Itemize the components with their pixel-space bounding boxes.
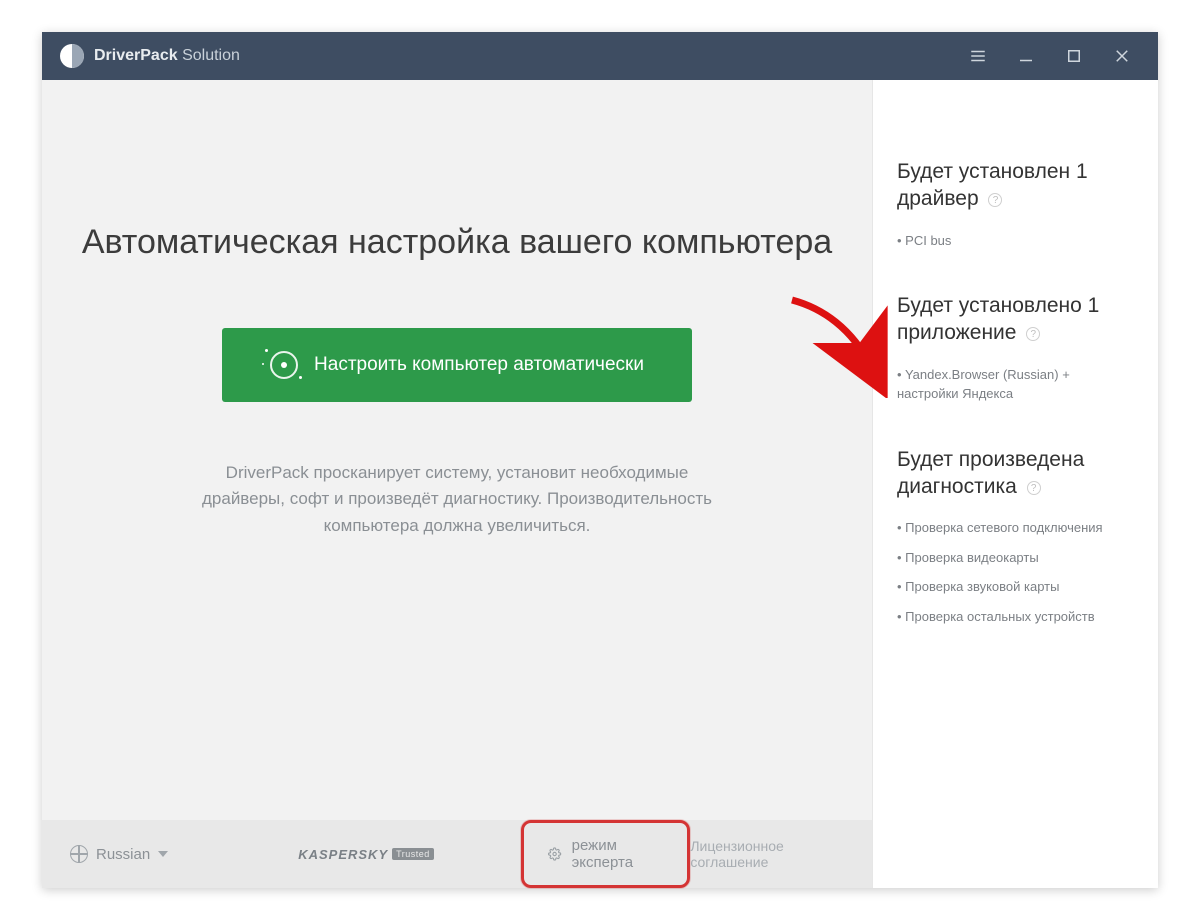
- help-icon[interactable]: ?: [1027, 481, 1041, 495]
- kaspersky-badge: KASPERSKY Trusted: [298, 847, 434, 862]
- maximize-icon: [1065, 47, 1083, 65]
- list-item: Yandex.Browser (Russian) + настройки Янд…: [897, 365, 1134, 404]
- close-icon: [1113, 47, 1131, 65]
- expert-mode-highlight: режим эксперта: [521, 820, 690, 888]
- help-icon[interactable]: ?: [1026, 327, 1040, 341]
- list-item: PCI bus: [897, 231, 1134, 251]
- globe-icon: [70, 845, 88, 863]
- body: Автоматическая настройка вашего компьюте…: [42, 80, 1158, 888]
- sidebar-heading-apps: Будет установлено 1 приложение ?: [897, 292, 1134, 347]
- sidebar-heading-drivers: Будет установлен 1 драйвер ?: [897, 158, 1134, 213]
- expert-mode-label: режим эксперта: [572, 837, 664, 871]
- list-item: Проверка сетевого подключения: [897, 518, 1134, 538]
- chevron-down-icon: [158, 851, 168, 857]
- sidebar-heading-diagnostics: Будет произведена диагностика ?: [897, 446, 1134, 501]
- minimize-icon: [1017, 47, 1035, 65]
- list-item: Проверка видеокарты: [897, 548, 1134, 568]
- hamburger-icon: [969, 47, 987, 65]
- language-selector[interactable]: Russian: [70, 845, 168, 863]
- app-window: DriverPack Solution Автоматическая настр…: [42, 32, 1158, 888]
- maximize-button[interactable]: [1050, 32, 1098, 80]
- list-item: Проверка звуковой карты: [897, 577, 1134, 597]
- app-title: DriverPack Solution: [94, 47, 240, 65]
- minimize-button[interactable]: [1002, 32, 1050, 80]
- auto-configure-button[interactable]: Настроить компьютер автоматически: [222, 328, 692, 402]
- list-item: Проверка остальных устройств: [897, 607, 1134, 627]
- sidebar-section-drivers: Будет установлен 1 драйвер ? PCI bus: [897, 158, 1134, 250]
- kaspersky-label: KASPERSKY: [298, 847, 388, 862]
- sparkle-disc-icon: [270, 351, 298, 379]
- sidebar-section-diagnostics: Будет произведена диагностика ? Проверка…: [897, 446, 1134, 627]
- trusted-badge: Trusted: [392, 848, 434, 860]
- sidebar-section-apps: Будет установлено 1 приложение ? Yandex.…: [897, 292, 1134, 404]
- titlebar: DriverPack Solution: [42, 32, 1158, 80]
- sidebar: Будет установлен 1 драйвер ? PCI bus Буд…: [872, 80, 1158, 888]
- menu-button[interactable]: [954, 32, 1002, 80]
- license-link[interactable]: Лицензионное соглашение: [690, 838, 844, 870]
- description-text: DriverPack просканирует систему, установ…: [187, 460, 727, 539]
- main-panel: Автоматическая настройка вашего компьюте…: [42, 80, 872, 888]
- brand-bold: DriverPack: [94, 47, 178, 64]
- language-label: Russian: [96, 846, 150, 863]
- cta-label: Настроить компьютер автоматически: [314, 354, 644, 376]
- page-heading: Автоматическая настройка вашего компьюте…: [82, 220, 832, 266]
- close-button[interactable]: [1098, 32, 1146, 80]
- expert-mode-button[interactable]: режим эксперта: [528, 827, 683, 881]
- footer-bar: Russian KASPERSKY Trusted: [42, 820, 872, 888]
- brand-thin: Solution: [182, 47, 240, 64]
- app-logo-icon: [60, 44, 84, 68]
- help-icon[interactable]: ?: [988, 193, 1002, 207]
- gear-icon: [548, 846, 561, 862]
- content-row: Автоматическая настройка вашего компьюте…: [42, 80, 1158, 888]
